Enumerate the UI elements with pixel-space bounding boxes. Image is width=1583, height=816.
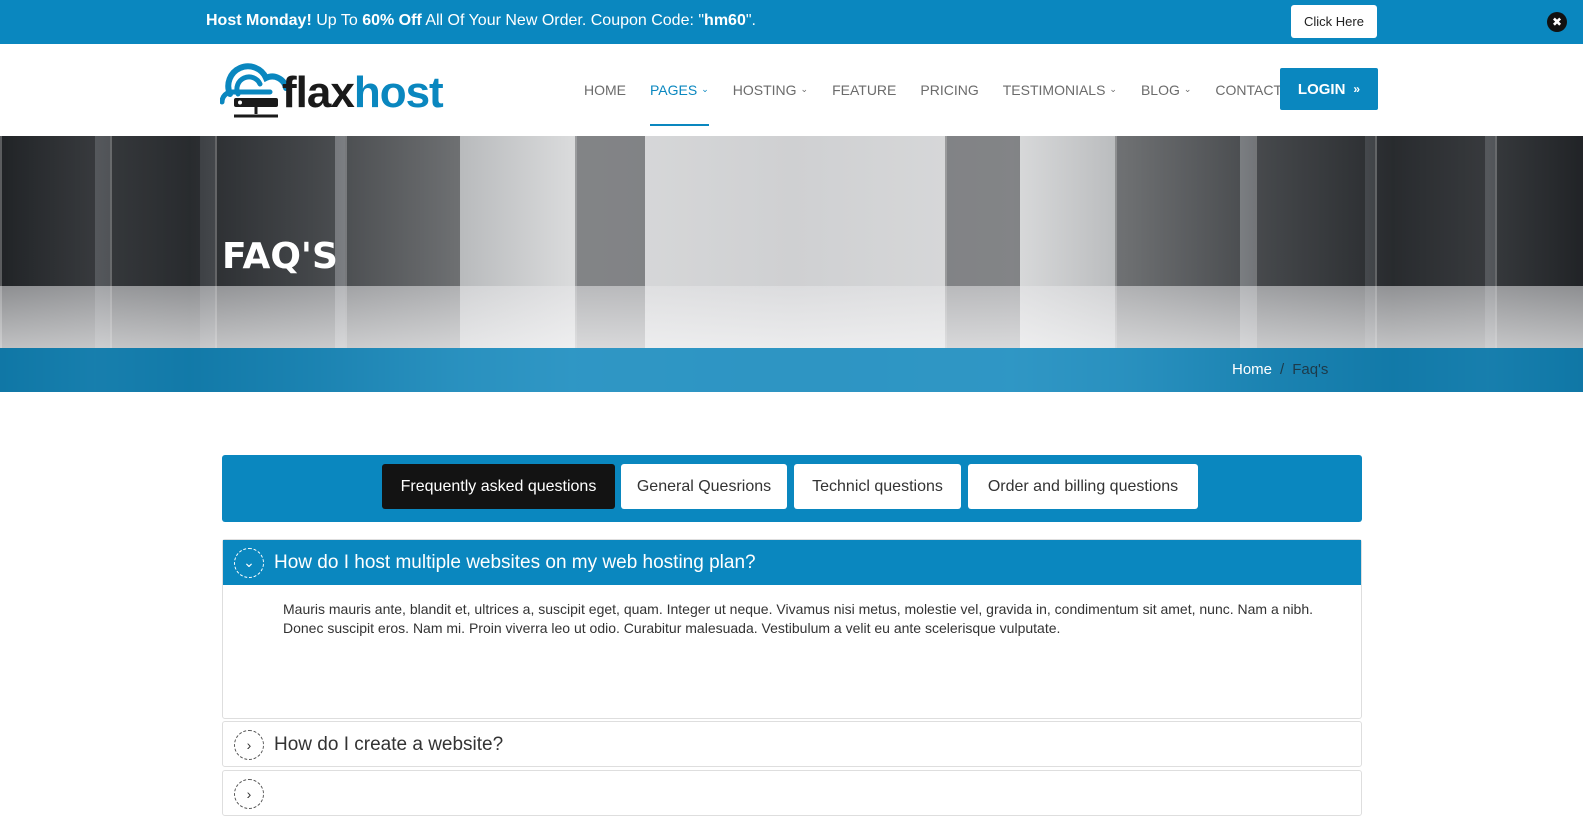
- nav-pricing[interactable]: PRICING: [908, 44, 990, 136]
- faq-question: How do I create a website?: [274, 733, 504, 755]
- nav-feature[interactable]: FEATURE: [820, 44, 908, 136]
- chevron-down-icon: ⌄: [1109, 83, 1117, 94]
- nav-blog[interactable]: BLOG ⌄: [1129, 44, 1203, 136]
- promo-text: Host Monday! Up To 60% Off All Of Your N…: [206, 11, 756, 31]
- promo-bar: Host Monday! Up To 60% Off All Of Your N…: [0, 0, 1583, 44]
- nav-blog-label: BLOG: [1140, 82, 1180, 98]
- promo-part2: All Of Your New Order. Coupon Code: ": [421, 12, 705, 29]
- nav-pages-label: PAGES: [650, 82, 698, 98]
- nav-feature-label: FEATURE: [832, 82, 897, 98]
- tab-frequently-asked[interactable]: Frequently asked questions: [382, 464, 615, 509]
- chevron-down-icon: ⌄: [1183, 83, 1192, 94]
- nav-home-label: HOME: [584, 82, 626, 98]
- faq-tabs: Frequently asked questions General Quesr…: [222, 455, 1362, 522]
- faq-item: ⌄ How do I host multiple websites on my …: [222, 539, 1362, 719]
- chevron-right-icon: ›: [234, 729, 264, 760]
- click-here-button[interactable]: Click Here: [1291, 5, 1377, 38]
- promo-part3: ".: [745, 12, 756, 29]
- promo-code: hm60: [704, 12, 746, 29]
- login-label: LOGIN: [1297, 80, 1346, 98]
- nav-home[interactable]: HOME: [572, 44, 638, 136]
- nav-pricing-label: PRICING: [920, 82, 979, 98]
- site-header: flaxhost HOME PAGES ⌄ HOSTING ⌄ FEATURE PR…: [0, 44, 1583, 136]
- double-chevron-right-icon: »: [1353, 82, 1361, 96]
- tab-technical[interactable]: Technicl questions: [794, 464, 961, 509]
- nav-testimonials-label: TESTIMONIALS: [1002, 82, 1106, 98]
- promo-lead: Host Monday!: [206, 12, 312, 29]
- cloud-server-icon: [220, 63, 289, 118]
- nav-hosting-label: HOSTING: [732, 82, 797, 98]
- faq-item: › How do I create a website?: [222, 721, 1362, 767]
- breadcrumb-separator: /: [1280, 361, 1285, 378]
- tab-general[interactable]: General Quesrions: [621, 464, 787, 509]
- faq-question-header[interactable]: ›: [223, 771, 1361, 816]
- promo-part1: Up To: [311, 12, 363, 29]
- chevron-right-icon: ›: [234, 778, 264, 809]
- breadcrumb: Home / Faq's: [1232, 361, 1328, 378]
- nav-contact-label: CONTACT: [1215, 82, 1283, 98]
- faq-question: How do I host multiple websites on my we…: [274, 551, 756, 573]
- breadcrumb-home-link[interactable]: Home: [1232, 361, 1272, 378]
- promo-discount: 60% Off: [362, 12, 422, 29]
- faq-question-header[interactable]: ⌄ How do I host multiple websites on my …: [223, 540, 1361, 585]
- close-icon[interactable]: ✖: [1547, 12, 1567, 32]
- logo-wordmark: flaxhost: [282, 68, 444, 118]
- page-hero: FAQ'S Home / Faq's: [0, 136, 1583, 392]
- logo[interactable]: flaxhost: [220, 58, 460, 124]
- page-title: FAQ'S: [222, 236, 338, 277]
- tab-order-billing[interactable]: Order and billing questions: [968, 464, 1198, 509]
- logo-part1: flax: [282, 68, 355, 117]
- faq-answer: Mauris mauris ante, blandit et, ultrices…: [283, 601, 1314, 636]
- login-button[interactable]: LOGIN »: [1280, 68, 1378, 110]
- nav-testimonials[interactable]: TESTIMONIALS ⌄: [991, 44, 1129, 136]
- nav-pages[interactable]: PAGES ⌄: [638, 44, 721, 136]
- faq-question-header[interactable]: › How do I create a website?: [223, 722, 1361, 767]
- main-nav: HOME PAGES ⌄ HOSTING ⌄ FEATURE PRICING TES…: [572, 44, 1294, 136]
- faq-item: ›: [222, 770, 1362, 816]
- breadcrumb-current: Faq's: [1292, 361, 1329, 378]
- nav-hosting[interactable]: HOSTING ⌄: [721, 44, 820, 136]
- logo-part2: host: [353, 68, 444, 117]
- floor-image: [0, 286, 1583, 348]
- breadcrumb-bar: Home / Faq's: [0, 348, 1583, 392]
- chevron-down-icon: ⌄: [234, 547, 264, 578]
- chevron-down-icon: ⌄: [800, 83, 809, 94]
- chevron-down-icon: ⌄: [701, 83, 709, 94]
